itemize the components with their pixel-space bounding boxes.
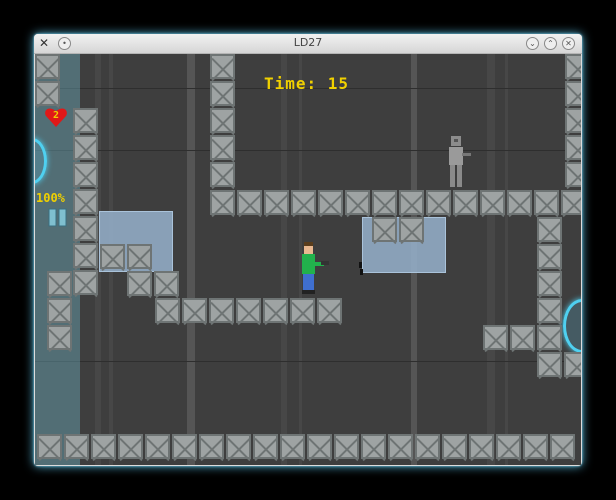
crate [510, 325, 535, 350]
background-line [35, 150, 581, 151]
crate [47, 298, 72, 323]
crate [127, 271, 152, 296]
crate [565, 108, 581, 133]
crate [91, 434, 116, 459]
crate [399, 217, 424, 242]
crate [73, 162, 98, 187]
crate [73, 270, 98, 295]
crate [37, 434, 62, 459]
minimize-icon[interactable]: ⌄ [526, 37, 539, 50]
crate [483, 325, 508, 350]
crate [496, 434, 521, 459]
crate [317, 298, 342, 323]
background-pipe [505, 54, 508, 465]
crate [253, 434, 278, 459]
crate [210, 162, 235, 187]
crate [372, 190, 397, 215]
crate [47, 325, 72, 350]
crate [263, 298, 288, 323]
crate [537, 325, 562, 350]
crate [210, 54, 235, 79]
crate [388, 434, 413, 459]
crate [453, 190, 478, 215]
crate [318, 190, 343, 215]
crate [210, 108, 235, 133]
crate [210, 135, 235, 160]
crate [155, 298, 180, 323]
crate [100, 244, 125, 269]
crate [307, 434, 332, 459]
crate [127, 244, 152, 269]
crate [345, 190, 370, 215]
crate [399, 190, 424, 215]
crate [47, 271, 72, 296]
crate [290, 298, 315, 323]
crate [226, 434, 251, 459]
crate [537, 244, 562, 269]
crate [291, 190, 316, 215]
background-line [35, 361, 581, 362]
crate [550, 434, 575, 459]
crate [64, 434, 89, 459]
bullet [359, 262, 363, 275]
crate [372, 217, 397, 242]
crate [469, 434, 494, 459]
crate [209, 298, 234, 323]
crate [565, 81, 581, 106]
time-display: Time: 15 [264, 74, 350, 93]
crate [73, 135, 98, 160]
crate [426, 190, 451, 215]
app-window: ✕ • LD27 ⌄ ⌃ ✕ Time: 15 2 100% [34, 34, 582, 466]
crate [507, 190, 532, 215]
background-pipe [187, 54, 195, 465]
crate [565, 135, 581, 160]
crate [210, 81, 235, 106]
crate [264, 190, 289, 215]
crate [73, 243, 98, 268]
title-bar[interactable]: ✕ • LD27 ⌄ ⌃ ✕ [34, 34, 582, 54]
background-pipe [281, 54, 287, 465]
crate [280, 434, 305, 459]
crate [442, 434, 467, 459]
crate [199, 434, 224, 459]
crate [35, 81, 60, 106]
lives-count: 2 [52, 110, 60, 121]
jetpack-icon [48, 208, 67, 227]
crate [523, 434, 548, 459]
crate [534, 190, 559, 215]
crate [537, 271, 562, 296]
crate [561, 190, 581, 215]
crate [480, 190, 505, 215]
crate [35, 54, 60, 79]
crate [73, 189, 98, 214]
crate [73, 216, 98, 241]
crate [537, 352, 562, 377]
robot-enemy [449, 136, 471, 187]
crate [415, 434, 440, 459]
close-icon[interactable]: ✕ [562, 37, 575, 50]
crate [237, 190, 262, 215]
crate [182, 298, 207, 323]
crate [145, 434, 170, 459]
crate [565, 54, 581, 79]
crate [361, 434, 386, 459]
crate [565, 162, 581, 187]
portal-right [563, 299, 581, 353]
background-pipe [487, 54, 495, 465]
crate [537, 298, 562, 323]
window-title: LD27 [293, 36, 323, 49]
crate [210, 190, 235, 215]
crate [118, 434, 143, 459]
crate [537, 217, 562, 242]
crate [334, 434, 359, 459]
crate [172, 434, 197, 459]
crate [154, 271, 179, 296]
maximize-icon[interactable]: ⌃ [544, 37, 557, 50]
energy-percent: 100% [36, 191, 65, 205]
crate [236, 298, 261, 323]
crate [73, 108, 98, 133]
game-canvas[interactable]: Time: 15 2 100% [35, 54, 581, 465]
crate [564, 352, 581, 377]
player-character[interactable] [295, 242, 335, 298]
